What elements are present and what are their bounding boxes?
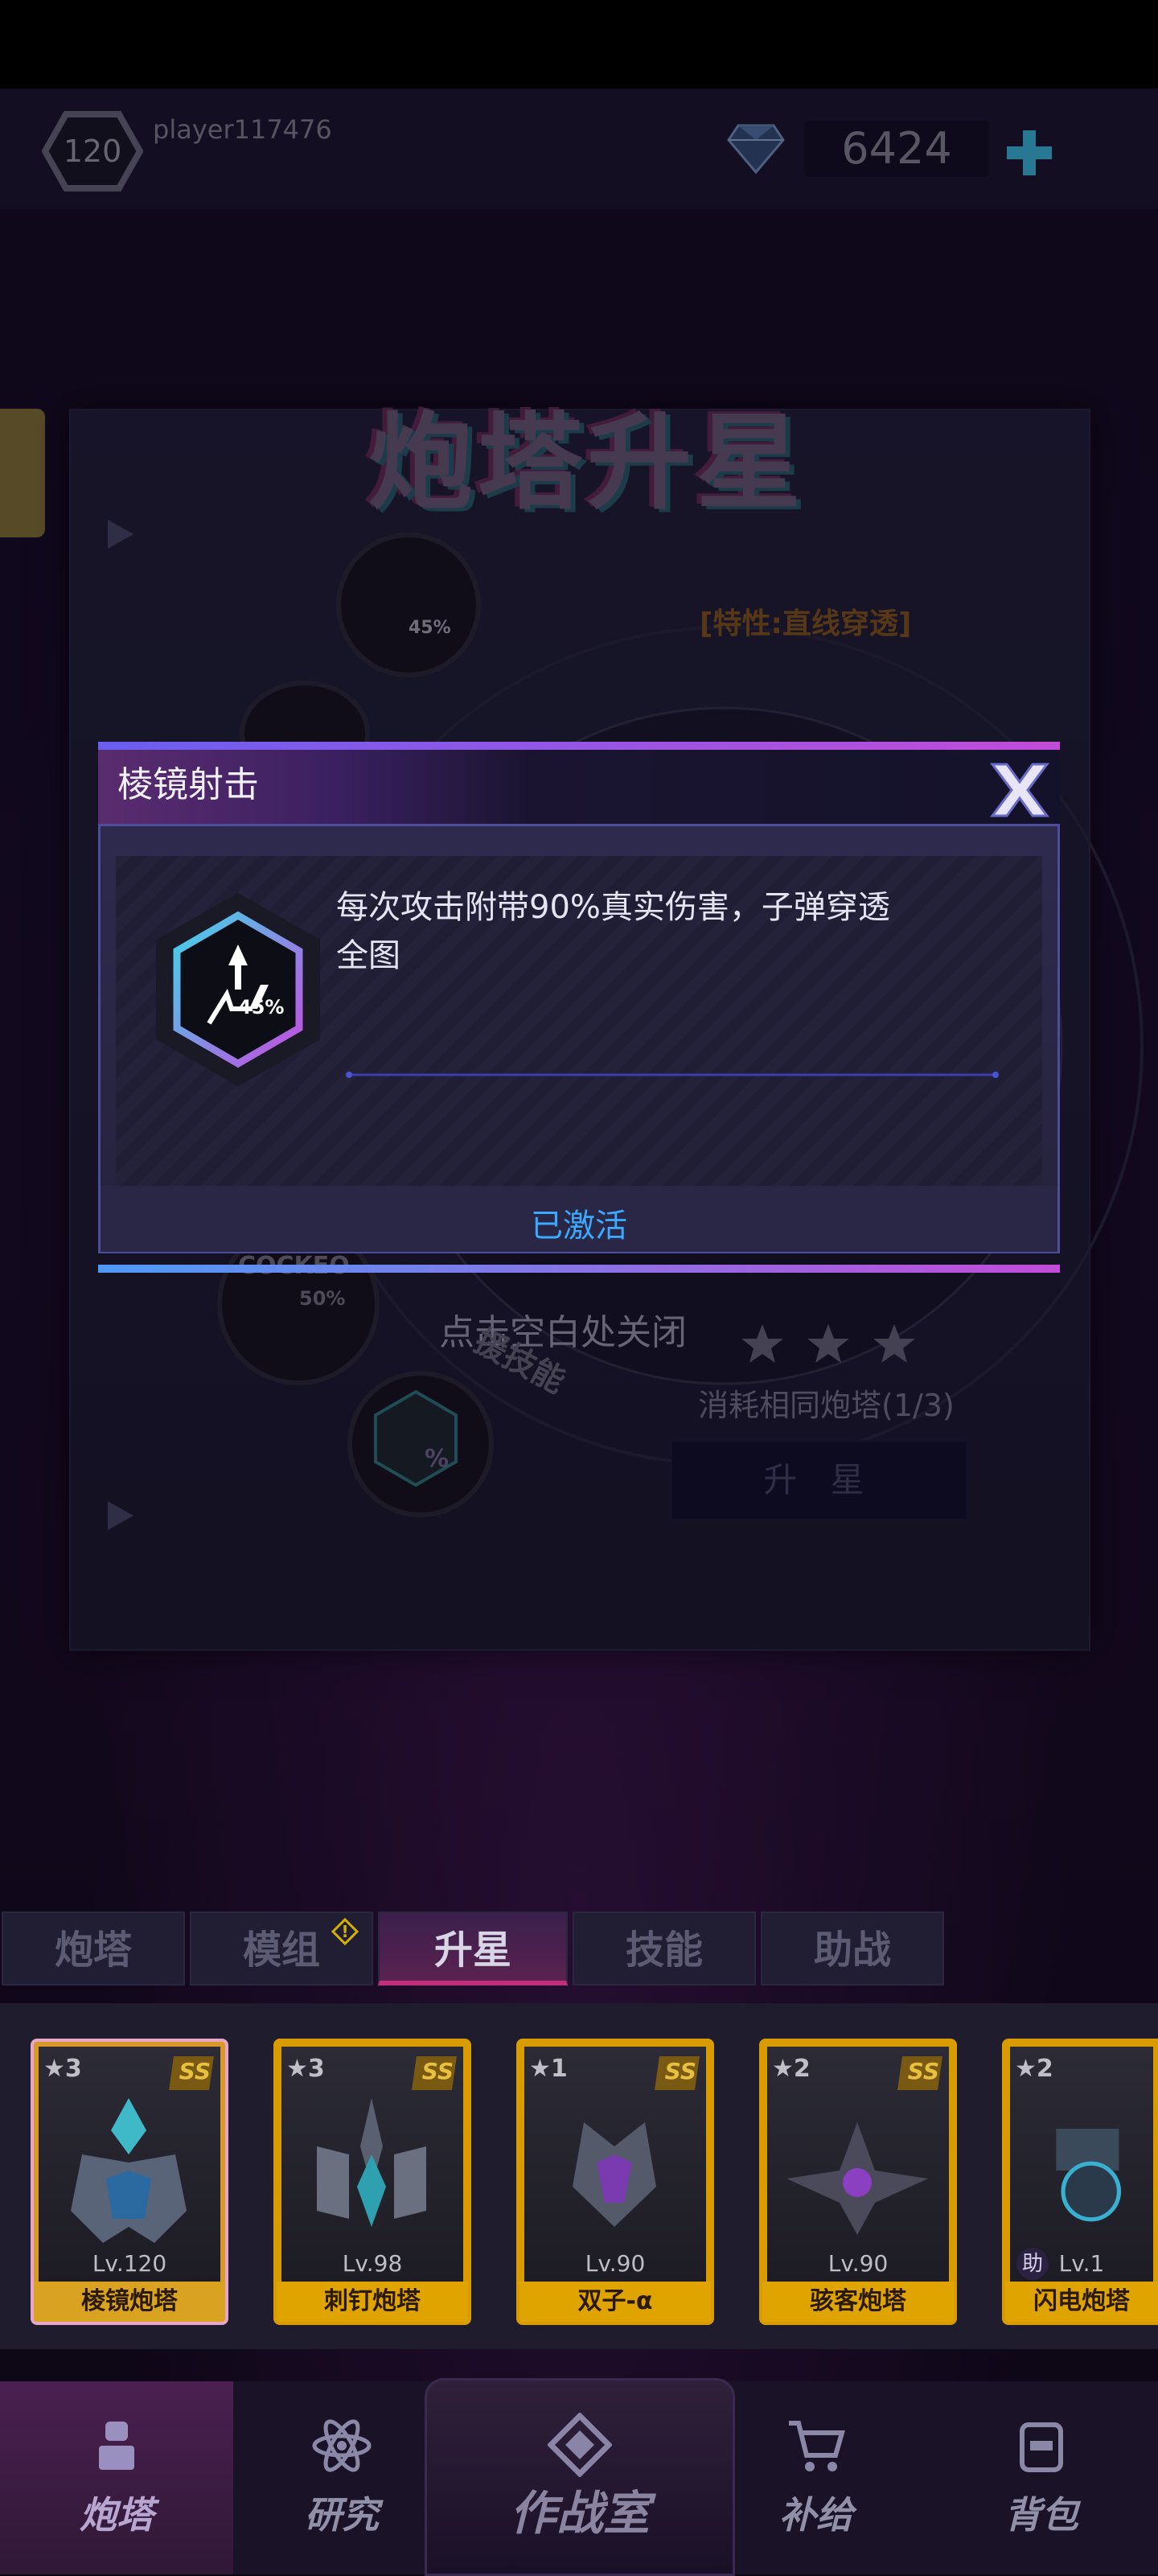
card-rank: SS xyxy=(421,2058,454,2084)
card-name: 双子-α xyxy=(519,2282,711,2322)
turret-card-spike[interactable]: ★3 SS Lv.98 刺钉炮塔 xyxy=(273,2039,471,2325)
diamond-icon xyxy=(548,2413,612,2477)
icon-percent: 45% xyxy=(238,996,285,1018)
prism-turret-icon xyxy=(71,2098,187,2243)
nav-label: 补给 xyxy=(779,2493,853,2537)
card-name: 骇客炮塔 xyxy=(762,2282,954,2322)
nav-turret[interactable]: 炮塔 xyxy=(0,2381,233,2574)
gemini-turret-icon xyxy=(573,2122,656,2227)
hacker-turret-icon xyxy=(786,2122,928,2235)
card-stars: ★3 xyxy=(286,2055,325,2083)
cart-icon xyxy=(789,2421,845,2471)
card-rank: SS xyxy=(664,2058,696,2084)
card-rank: SS xyxy=(179,2058,211,2084)
nav-label: 研究 xyxy=(305,2493,379,2537)
tab-skill[interactable]: 技能 xyxy=(573,1911,756,1985)
nav-supply[interactable]: 补给 xyxy=(708,2381,925,2574)
nav-research[interactable]: 研究 xyxy=(233,2381,450,2574)
tab-support[interactable]: 助战 xyxy=(761,1911,944,1985)
popup-title: 棱镜射击 xyxy=(117,764,259,805)
card-rank: SS xyxy=(907,2058,939,2084)
nav-bag[interactable]: 背包 xyxy=(933,2381,1150,2574)
skill-description: 每次攻击附带90%真实伤害，子弹穿透全图 xyxy=(336,889,890,974)
turret-card-lightning[interactable]: ★2 助 Lv.1 闪电炮塔 xyxy=(1002,2039,1158,2325)
progress-line xyxy=(346,1072,999,1078)
close-icon xyxy=(990,763,1049,817)
turret-card-gemini[interactable]: ★1 SS Lv.90 双子-α xyxy=(516,2039,714,2325)
nav-label: 作战室 xyxy=(509,2486,650,2541)
turret-icon xyxy=(99,2422,134,2470)
card-level: Lv.90 xyxy=(585,2250,646,2277)
prism-skill-icon: 45% xyxy=(148,888,328,1091)
card-name: 闪电炮塔 xyxy=(1005,2282,1158,2322)
card-name: 刺钉炮塔 xyxy=(277,2282,468,2322)
close-button[interactable] xyxy=(988,756,1052,821)
nav-label: 背包 xyxy=(1004,2493,1078,2537)
tab-turret[interactable]: 炮塔 xyxy=(2,1911,185,1985)
lightning-turret-icon xyxy=(1056,2128,1122,2222)
status-bar xyxy=(0,0,1158,88)
card-level: Lv.90 xyxy=(827,2250,889,2277)
bag-icon xyxy=(1020,2422,1063,2472)
card-stars: ★3 xyxy=(43,2055,82,2083)
nav-label: 炮塔 xyxy=(80,2493,154,2537)
turret-card-hacker[interactable]: ★2 SS Lv.90 骇客炮塔 xyxy=(759,2039,957,2325)
activation-status: 已激活 xyxy=(531,1208,627,1245)
spike-turret-icon xyxy=(317,2098,426,2227)
card-stars: ★2 xyxy=(1015,2055,1053,2083)
popup-bottom-border xyxy=(98,1265,1060,1273)
notification-badge: ! xyxy=(331,1917,359,1946)
nav-war-room[interactable]: 作战室 xyxy=(425,2378,735,2576)
tab-star-upgrade[interactable]: 升星 xyxy=(378,1911,568,1985)
atom-icon xyxy=(312,2419,372,2472)
badge-text: ! xyxy=(341,1922,349,1941)
turret-card-prism[interactable]: ★3 SS Lv.120 棱镜炮塔 xyxy=(31,2039,228,2325)
card-level: Lv.98 xyxy=(342,2250,403,2277)
card-stars: ★1 xyxy=(529,2055,568,2083)
card-level: Lv.1 xyxy=(1058,2250,1105,2277)
card-name: 棱镜炮塔 xyxy=(34,2282,225,2322)
card-level: Lv.120 xyxy=(92,2250,167,2277)
popup-top-border xyxy=(98,742,1060,750)
card-stars: ★2 xyxy=(772,2055,811,2083)
